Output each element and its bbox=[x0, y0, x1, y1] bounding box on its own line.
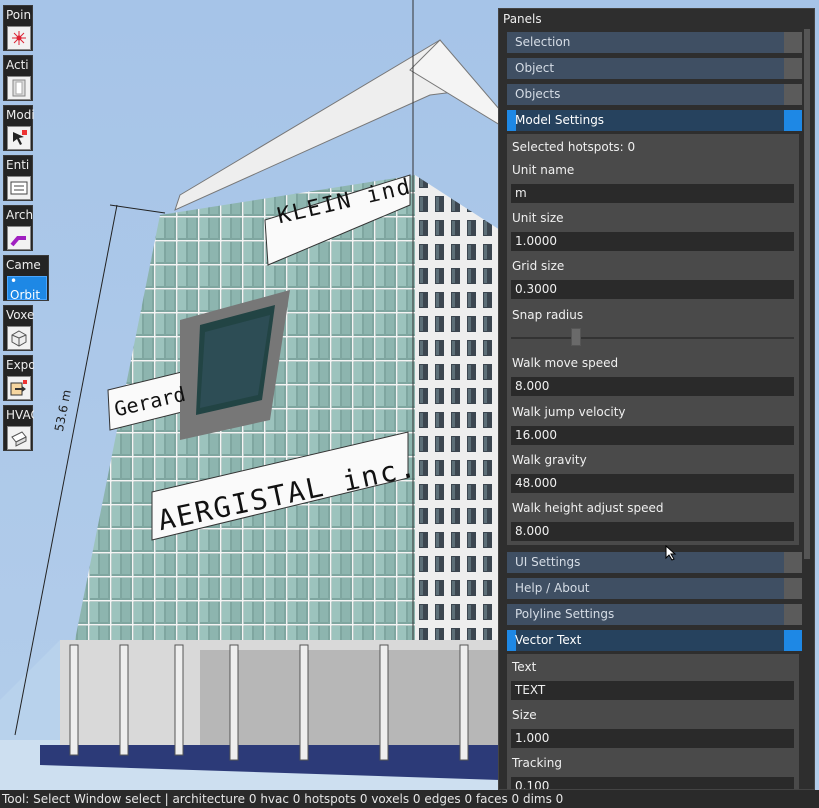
walk-move-speed-label: Walk move speed bbox=[512, 356, 619, 370]
panels-title: Panels bbox=[503, 12, 542, 26]
tool-group-entity: Enti bbox=[3, 155, 33, 201]
tool-group-point: Poin bbox=[3, 5, 33, 51]
panels-window: Panels Selection Object Objects Model Se… bbox=[498, 8, 815, 790]
entity-ruler-icon bbox=[10, 181, 28, 195]
section-selection[interactable]: Selection bbox=[507, 32, 802, 53]
voxel-cube-icon bbox=[11, 330, 27, 347]
section-polyline-settings[interactable]: Polyline Settings bbox=[507, 604, 802, 625]
section-objects[interactable]: Objects bbox=[507, 84, 802, 105]
tool-group-title: Modi bbox=[6, 108, 34, 122]
tool-group-title: Acti bbox=[6, 58, 29, 72]
tool-group-hvac: HVAC bbox=[3, 405, 34, 451]
walk-height-adjust-speed-field[interactable]: 8.000 bbox=[511, 522, 794, 541]
walk-jump-velocity-field[interactable]: 16.000 bbox=[511, 426, 794, 445]
status-bar: Tool: Select Window select | architectur… bbox=[0, 790, 819, 808]
vector-text-label: Text bbox=[512, 660, 537, 674]
vector-size-label: Size bbox=[512, 708, 537, 722]
point-tool-button[interactable] bbox=[7, 26, 31, 50]
modify-arrow-icon bbox=[13, 130, 27, 145]
export-tool-button[interactable] bbox=[7, 376, 31, 400]
section-vector-text-label: Vector Text bbox=[515, 633, 582, 647]
vector-text-body: Text TEXT Size 1.000 Tracking 0.100 bbox=[507, 654, 799, 789]
tool-group-title: Expo bbox=[6, 358, 34, 372]
tool-group-title: Voxe bbox=[6, 308, 34, 322]
tool-group-title: Arch bbox=[6, 208, 34, 222]
entity-tool-button[interactable] bbox=[7, 176, 31, 200]
action-window-icon bbox=[12, 79, 26, 97]
tool-group-arch: Arch bbox=[3, 205, 33, 251]
section-help-about[interactable]: Help / About bbox=[507, 578, 802, 599]
hvac-duct-icon bbox=[11, 431, 27, 447]
action-tool-button[interactable] bbox=[7, 76, 31, 100]
unit-name-label: Unit name bbox=[512, 163, 575, 177]
snap-radius-slider-handle[interactable] bbox=[571, 328, 582, 346]
snap-radius-label: Snap radius bbox=[512, 308, 584, 322]
vector-size-field[interactable]: 1.000 bbox=[511, 729, 794, 748]
tool-group-camera: Came • Orbit bbox=[3, 255, 49, 302]
vector-text-field[interactable]: TEXT bbox=[511, 681, 794, 700]
export-icon bbox=[10, 380, 27, 396]
tool-group-export: Expo bbox=[3, 355, 34, 401]
point-star-icon bbox=[12, 31, 26, 45]
section-model-settings[interactable]: Model Settings bbox=[507, 110, 802, 131]
tool-group-title: Came bbox=[6, 258, 41, 272]
section-object[interactable]: Object bbox=[507, 58, 802, 79]
selected-hotspots-text: Selected hotspots: 0 bbox=[512, 140, 636, 154]
walk-move-speed-field[interactable]: 8.000 bbox=[511, 377, 794, 396]
panels-scrollbar[interactable] bbox=[804, 29, 810, 559]
walk-gravity-label: Walk gravity bbox=[512, 453, 587, 467]
arch-wall-icon bbox=[10, 236, 26, 247]
walk-height-adjust-speed-label: Walk height adjust speed bbox=[512, 501, 664, 515]
tool-group-modify: Modi bbox=[3, 105, 34, 151]
unit-name-field[interactable]: m bbox=[511, 184, 794, 203]
section-model-settings-label: Model Settings bbox=[515, 113, 605, 127]
modify-tool-button[interactable] bbox=[7, 126, 31, 150]
vector-tracking-label: Tracking bbox=[512, 756, 562, 770]
tool-palette: Poin Acti Modi Enti Arch Came • Orbit Vo… bbox=[3, 5, 49, 455]
vector-tracking-field[interactable]: 0.100 bbox=[511, 777, 794, 789]
snap-radius-slider[interactable] bbox=[511, 337, 794, 339]
tool-group-title: Poin bbox=[6, 8, 32, 22]
tool-group-action: Acti bbox=[3, 55, 33, 101]
grid-size-field[interactable]: 0.3000 bbox=[511, 280, 794, 299]
mouse-cursor-icon bbox=[665, 545, 677, 561]
model-settings-body: Selected hotspots: 0 Unit name m Unit si… bbox=[507, 134, 799, 545]
voxel-tool-button[interactable] bbox=[7, 326, 31, 350]
walk-gravity-field[interactable]: 48.000 bbox=[511, 474, 794, 493]
arch-tool-button[interactable] bbox=[7, 226, 31, 250]
unit-size-label: Unit size bbox=[512, 211, 564, 225]
section-ui-settings[interactable]: UI Settings bbox=[507, 552, 802, 573]
orbit-camera-button[interactable]: • Orbit bbox=[7, 274, 47, 302]
tool-group-voxel: Voxe bbox=[3, 305, 34, 351]
hvac-tool-button[interactable] bbox=[7, 426, 31, 450]
section-vector-text[interactable]: Vector Text bbox=[507, 630, 802, 651]
grid-size-label: Grid size bbox=[512, 259, 565, 273]
tool-group-title: Enti bbox=[6, 158, 30, 172]
tool-group-title: HVAC bbox=[6, 408, 34, 422]
walk-jump-velocity-label: Walk jump velocity bbox=[512, 405, 626, 419]
unit-size-field[interactable]: 1.0000 bbox=[511, 232, 794, 251]
